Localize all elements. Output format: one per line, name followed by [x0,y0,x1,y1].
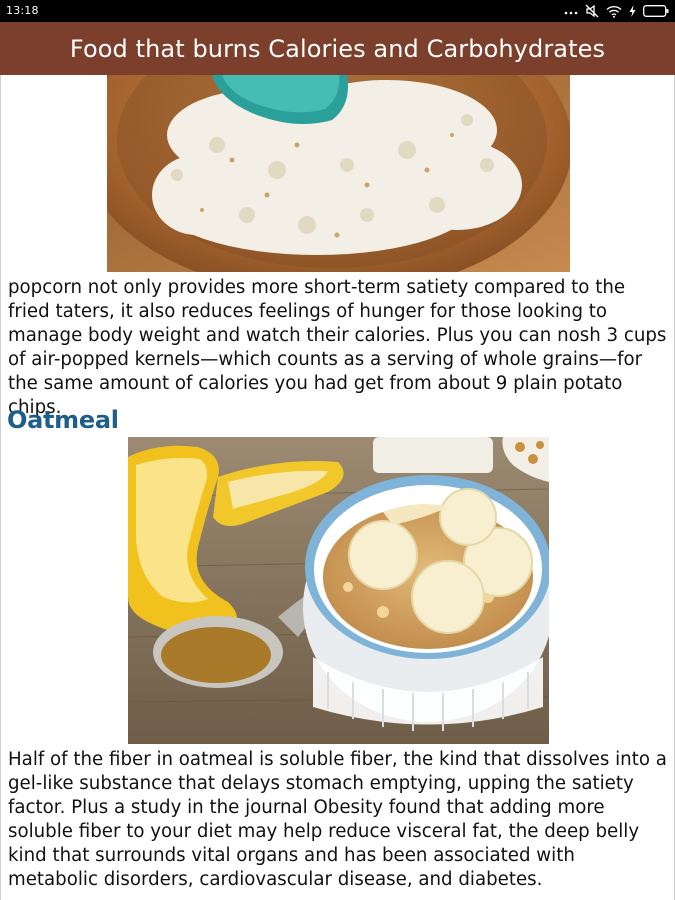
wifi-icon [606,5,622,18]
more-dots-icon [564,6,578,16]
mute-icon [585,4,599,18]
oatmeal-paragraph: Half of the fiber in oatmeal is soluble … [8,749,667,890]
status-icons [564,3,669,19]
section-heading-oatmeal: Oatmeal [7,406,119,434]
app-header: Food that burns Calories and Carbohydrat… [0,22,675,75]
charging-icon [629,5,636,17]
popcorn-paragraph: popcorn not only provides more short-ter… [8,277,667,418]
status-time: 13:18 [6,4,39,17]
popcorn-bowl-image [107,75,570,272]
page-title: Food that burns Calories and Carbohydrat… [69,34,606,63]
battery-icon [643,5,669,17]
article-content[interactable]: popcorn not only provides more short-ter… [0,75,675,900]
oatmeal-with-banana-image [128,437,549,744]
status-bar: 13:18 [0,0,675,22]
